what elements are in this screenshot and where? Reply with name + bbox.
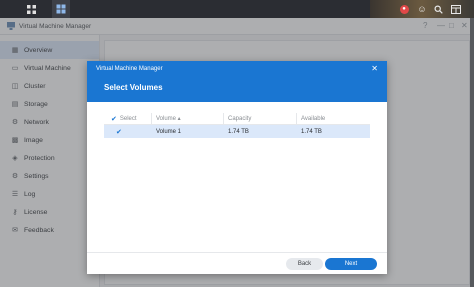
row-checkbox[interactable]: ✔ [104,128,151,136]
back-button[interactable]: Back [286,258,323,270]
notification-icon: ● [399,4,409,14]
widgets-button[interactable] [449,2,463,16]
table-row[interactable]: ✔ Volume 1 1.74 TB 1.74 TB [104,125,370,138]
table-header: ✔ Select Volume ▴ Capacity Available [104,113,370,125]
user-button[interactable]: ☺ [415,2,429,16]
column-header-volume[interactable]: Volume ▴ [151,113,223,124]
taskbar: ● ☺ [0,0,474,18]
search-icon [434,5,443,14]
dialog-app-title: Virtual Machine Manager [96,66,163,72]
notification-button[interactable]: ● [397,2,411,16]
dialog-footer: Back Next [87,252,387,274]
main-menu-button[interactable] [22,0,40,18]
dialog-title: Select Volumes [104,83,163,92]
taskbar-app-vmm[interactable] [52,0,70,18]
cell-volume: Volume 1 [156,128,182,135]
dialog-header: Virtual Machine Manager ✕ Select Volumes [87,61,387,102]
select-volumes-dialog: Virtual Machine Manager ✕ Select Volumes… [87,61,387,274]
next-button[interactable]: Next [325,258,377,270]
column-header-capacity[interactable]: Capacity [223,113,296,124]
cell-available: 1.74 TB [301,128,322,135]
check-icon: ✔ [116,128,122,136]
volumes-table: ✔ Select Volume ▴ Capacity Available ✔ V… [104,113,370,138]
column-header-select: Select [119,115,137,122]
search-button[interactable] [431,2,445,16]
column-header-available[interactable]: Available [296,113,370,124]
grid-icon [26,4,36,14]
user-icon: ☺ [417,4,427,14]
close-icon[interactable]: ✕ [371,64,378,73]
cell-capacity: 1.74 TB [228,128,249,135]
select-all-checkbox[interactable]: ✔ Select [104,115,151,123]
check-icon: ✔ [111,115,117,123]
widgets-icon [451,4,461,14]
vmm-app-icon [56,4,66,14]
